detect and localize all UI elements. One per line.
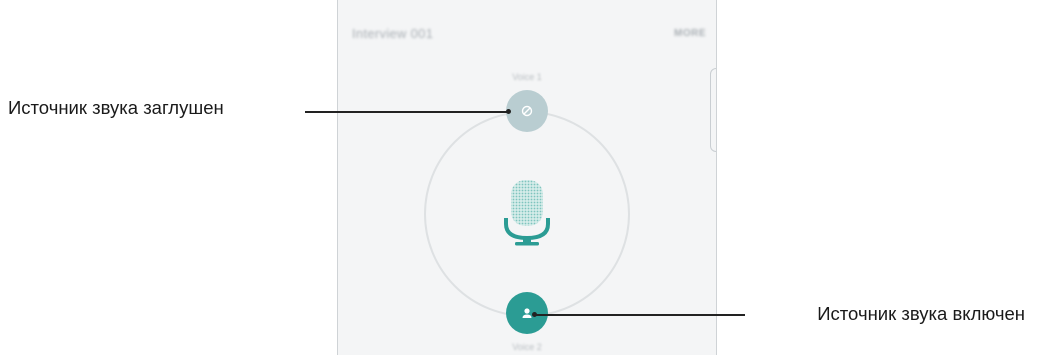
voice-2-label: Voice 2	[512, 342, 542, 352]
active-source-callout: Источник звука включен	[817, 303, 1025, 324]
recording-title: Interview 001	[352, 26, 434, 41]
more-button[interactable]: MORE	[674, 28, 706, 39]
microphone-icon	[503, 180, 551, 250]
scroll-handle[interactable]	[710, 68, 716, 152]
mute-slash-icon	[521, 105, 533, 117]
phone-screen: Interview 001 MORE Voice 1 Voice 2	[337, 0, 717, 355]
active-source-button[interactable]	[506, 292, 548, 334]
voice-1-label: Voice 1	[512, 72, 542, 82]
active-callout-line	[535, 314, 745, 316]
muted-source-button[interactable]	[506, 90, 548, 132]
muted-callout-line	[305, 111, 508, 113]
active-callout-dot	[532, 312, 537, 317]
muted-source-callout: Источник звука заглушен	[8, 97, 224, 118]
muted-callout-dot	[506, 109, 511, 114]
